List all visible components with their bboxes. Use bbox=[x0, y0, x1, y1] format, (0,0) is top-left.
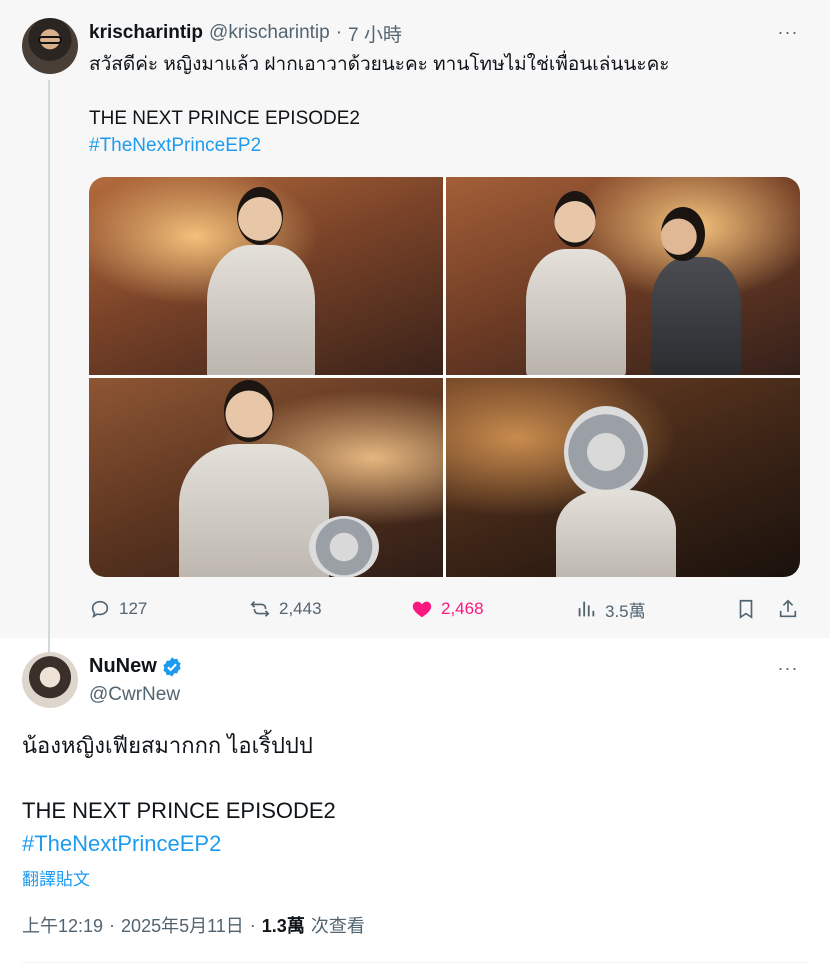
heart-filled-icon bbox=[412, 601, 432, 618]
post-metadata: 上午12:19 · 2025年5月11日 · 1.3萬 次查看 bbox=[22, 912, 365, 938]
share-icon bbox=[779, 599, 797, 618]
photo-2[interactable] bbox=[446, 177, 800, 375]
share-button[interactable] bbox=[777, 594, 807, 624]
post-date[interactable]: 2025年5月11日 bbox=[121, 912, 244, 938]
bookmark-icon bbox=[739, 599, 753, 619]
coach-figure bbox=[651, 257, 741, 375]
tweet-text-line: THE NEXT PRINCE EPISODE2 bbox=[89, 108, 360, 129]
user-handle[interactable]: @krischarintip bbox=[209, 22, 330, 44]
parent-tweet[interactable]: krischarintip @krischarintip · 7 小時 ··· … bbox=[0, 0, 830, 660]
tweet-text-line: น้องหญิงเฟียสมากกก ไอเริ้ปปป bbox=[22, 733, 313, 758]
hashtag-link[interactable]: #TheNextPrinceEP2 bbox=[89, 133, 261, 159]
repost-button[interactable]: 2,443 bbox=[249, 594, 322, 624]
coach-head bbox=[661, 207, 705, 261]
fencer-figure bbox=[179, 444, 329, 577]
separator-dot: · bbox=[109, 914, 116, 935]
media-grid bbox=[89, 177, 800, 577]
display-name[interactable]: NuNew bbox=[89, 655, 157, 678]
repost-icon bbox=[250, 601, 270, 617]
thread-connector-line bbox=[48, 80, 50, 660]
divider bbox=[22, 962, 808, 963]
analytics-icon bbox=[578, 601, 595, 617]
repost-count: 2,443 bbox=[279, 599, 322, 618]
tweet-text-line: THE NEXT PRINCE EPISODE2 bbox=[22, 798, 336, 823]
avatar-glasses bbox=[38, 36, 62, 44]
more-options-icon[interactable]: ··· bbox=[776, 656, 800, 680]
display-name-row: NuNew bbox=[89, 655, 183, 678]
separator-dot: · bbox=[335, 22, 343, 43]
post-time[interactable]: 7 小時 bbox=[348, 20, 402, 47]
reply-count: 127 bbox=[119, 599, 148, 618]
more-options-icon[interactable]: ··· bbox=[776, 20, 800, 44]
avatar[interactable] bbox=[22, 18, 78, 74]
parent-tweet-header: krischarintip @krischarintip · 7 小時 bbox=[89, 20, 402, 46]
bookmark-button[interactable] bbox=[735, 594, 765, 624]
user-handle[interactable]: @CwrNew bbox=[89, 684, 180, 706]
view-label: 次查看 bbox=[310, 916, 365, 936]
action-bar: 127 2,443 2,468 3.5萬 bbox=[89, 594, 800, 624]
like-button[interactable]: 2,468 bbox=[411, 594, 484, 624]
fencer-head bbox=[554, 191, 596, 247]
photo-3[interactable] bbox=[89, 378, 443, 577]
verified-badge-icon[interactable] bbox=[161, 656, 183, 678]
fencing-mask bbox=[564, 406, 648, 498]
photo-4[interactable] bbox=[446, 378, 800, 577]
view-count: 1.3萬 bbox=[261, 916, 305, 936]
fencer-figure bbox=[526, 249, 626, 375]
views-button[interactable]: 3.5萬 bbox=[575, 594, 646, 624]
display-name[interactable]: krischarintip bbox=[89, 22, 203, 44]
post-time[interactable]: 上午12:19 bbox=[22, 912, 103, 938]
photo-1[interactable] bbox=[89, 177, 443, 375]
fencing-mask bbox=[309, 516, 379, 577]
translate-post-link[interactable]: 翻譯貼文 bbox=[22, 865, 90, 890]
fencer-head bbox=[224, 380, 274, 442]
reply-button[interactable]: 127 bbox=[89, 594, 147, 624]
hashtag-link[interactable]: #TheNextPrinceEP2 bbox=[22, 829, 221, 859]
tweet-text-line: สวัสดีค่ะ หญิงมาแล้ว ฝากเอาวาด้วยนะคะ ทา… bbox=[89, 54, 670, 75]
fencer-figure bbox=[207, 245, 315, 375]
separator-dot: · bbox=[249, 914, 256, 935]
view-count: 3.5萬 bbox=[605, 601, 646, 621]
like-count: 2,468 bbox=[441, 599, 484, 618]
fencer-figure bbox=[556, 490, 676, 577]
avatar[interactable] bbox=[22, 652, 78, 708]
reply-icon bbox=[91, 600, 109, 619]
fencer-head bbox=[237, 187, 283, 245]
